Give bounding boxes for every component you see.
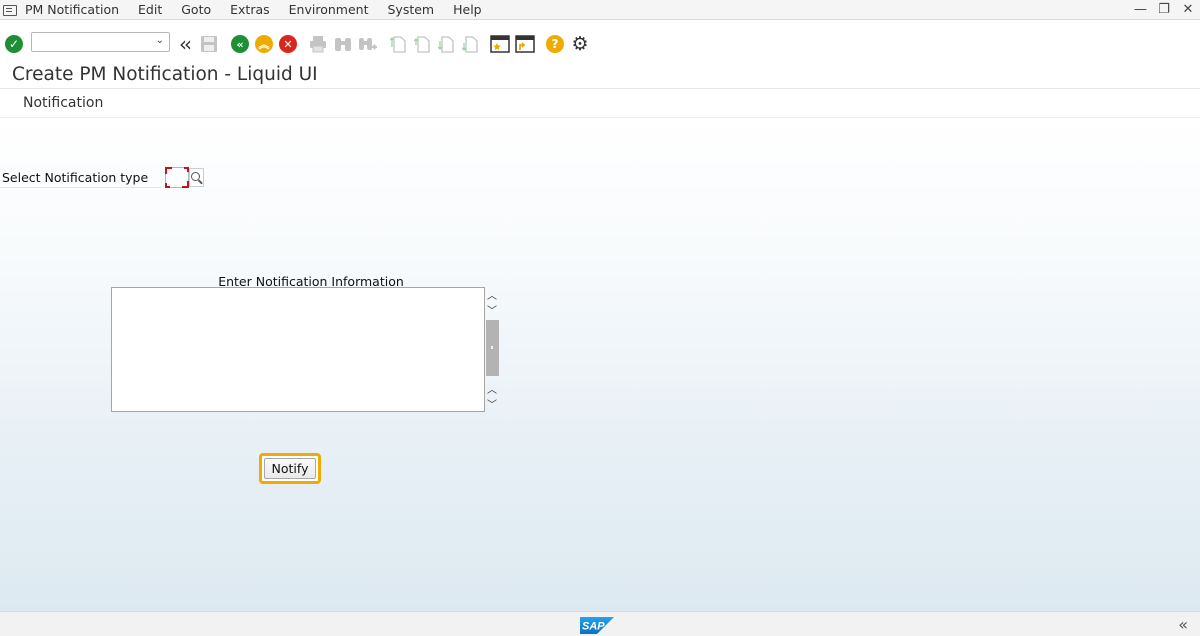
- save-button[interactable]: [199, 31, 219, 57]
- chevron-down-icon[interactable]: ⌄: [156, 35, 164, 46]
- back-icon: «: [231, 35, 249, 53]
- notification-type-label: Select Notification type: [2, 170, 149, 185]
- window-controls: — ❐ ✕: [1134, 2, 1194, 17]
- enter-button[interactable]: ✓: [4, 31, 24, 57]
- cancel-icon: ✕: [279, 35, 297, 53]
- next-page-icon: [438, 36, 454, 53]
- section-label: Notification: [23, 95, 104, 111]
- find-next-button[interactable]: [357, 31, 379, 57]
- menu-help[interactable]: Help: [453, 2, 482, 17]
- last-page-icon: [462, 36, 478, 53]
- help-button[interactable]: ?: [545, 31, 565, 57]
- menu-edit[interactable]: Edit: [138, 2, 162, 17]
- scroll-up-icon[interactable]: ︿: [485, 287, 499, 302]
- back-button[interactable]: «: [230, 31, 250, 57]
- find-icon: [335, 38, 351, 51]
- command-field[interactable]: ⌄: [31, 32, 170, 52]
- notify-button[interactable]: Notify: [264, 458, 316, 479]
- create-session-icon: [490, 35, 510, 53]
- application-toolbar: Notification: [0, 89, 1200, 118]
- notify-button-focus-ring: Notify: [259, 453, 321, 484]
- exit-icon: ︽: [255, 35, 273, 53]
- menu-environment[interactable]: Environment: [289, 2, 369, 17]
- enter-icon: ✓: [5, 35, 23, 53]
- gear-icon: ⚙: [571, 33, 589, 55]
- sap-logo: SAP: [580, 617, 614, 634]
- first-page-icon: [390, 36, 406, 53]
- last-page-button[interactable]: [460, 31, 480, 57]
- value-help-button[interactable]: [189, 168, 204, 187]
- status-bar: SAP «: [0, 611, 1200, 636]
- print-icon: [310, 36, 326, 53]
- notification-type-input[interactable]: [165, 167, 189, 188]
- restore-icon[interactable]: ❐: [1158, 2, 1170, 17]
- page-title: Create PM Notification - Liquid UI: [12, 64, 318, 85]
- svg-text:SAP: SAP: [582, 621, 605, 633]
- notes-input[interactable]: [112, 288, 484, 411]
- label-underline: [0, 187, 162, 188]
- next-page-button[interactable]: [436, 31, 456, 57]
- scrollbar-thumb[interactable]: [486, 320, 499, 376]
- previous-page-icon: [414, 36, 430, 53]
- scroll-down-icon[interactable]: ﹀: [485, 302, 499, 317]
- title-bar: Create PM Notification - Liquid UI: [0, 60, 1200, 89]
- scroll-up-icon[interactable]: ︿: [485, 381, 499, 396]
- collapse-statusbar-icon[interactable]: «: [1178, 615, 1188, 634]
- minimize-icon[interactable]: —: [1134, 2, 1147, 17]
- menu-extras[interactable]: Extras: [230, 2, 270, 17]
- save-icon: [201, 36, 217, 52]
- menu-goto[interactable]: Goto: [181, 2, 211, 17]
- generate-shortcut-icon: [515, 35, 535, 53]
- notes-textbox[interactable]: [111, 287, 485, 412]
- required-marker: [165, 183, 170, 188]
- cancel-button[interactable]: ✕: [278, 31, 298, 57]
- collapse-toolbar-button[interactable]: ‹‹: [174, 31, 194, 57]
- close-icon[interactable]: ✕: [1182, 2, 1194, 17]
- notes-scrollbar[interactable]: ︿ ﹀ ︿ ﹀: [485, 287, 499, 412]
- exit-button[interactable]: ︽: [254, 31, 274, 57]
- first-page-button[interactable]: [388, 31, 408, 57]
- find-next-icon: [359, 38, 377, 50]
- customize-layout-button[interactable]: ⚙: [569, 31, 591, 57]
- double-chevron-left-icon: ‹‹: [179, 32, 192, 56]
- previous-page-button[interactable]: [412, 31, 432, 57]
- print-button[interactable]: [308, 31, 328, 57]
- search-icon: [191, 172, 200, 181]
- generate-shortcut-button[interactable]: [514, 31, 536, 57]
- find-button[interactable]: [333, 31, 353, 57]
- command-input[interactable]: [32, 33, 150, 51]
- system-menu-icon[interactable]: [3, 4, 17, 16]
- menu-bar: PM Notification Edit Goto Extras Environ…: [0, 0, 1200, 20]
- create-session-button[interactable]: [489, 31, 511, 57]
- help-icon: ?: [546, 35, 564, 53]
- menu-pm-notification[interactable]: PM Notification: [25, 2, 119, 17]
- content-area: Select Notification type Enter Notificat…: [0, 119, 1200, 611]
- system-toolbar: ✓ ⌄ ‹‹ « ︽ ✕ ? ⚙: [0, 31, 1200, 57]
- scroll-down-icon[interactable]: ﹀: [485, 396, 499, 411]
- menu-system[interactable]: System: [387, 2, 434, 17]
